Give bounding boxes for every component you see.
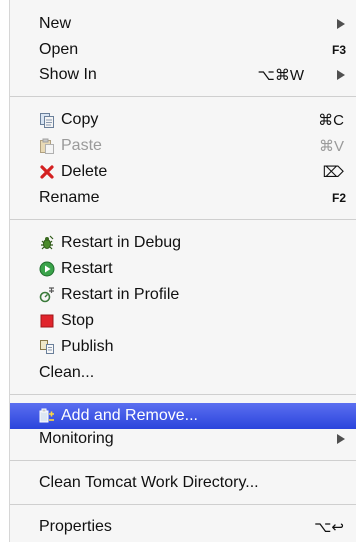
menu-item-monitoring[interactable]: Monitoring — [10, 426, 356, 452]
menu-separator — [10, 96, 356, 97]
copy-icon — [39, 112, 55, 128]
menu-item-monitoring-label: Monitoring — [39, 430, 114, 447]
menu-item-clean-tomcat[interactable]: Clean Tomcat Work Directory... — [10, 470, 356, 496]
publish-icon — [39, 339, 55, 355]
menu-separator — [10, 394, 356, 395]
menu-item-properties[interactable]: Properties ⌥↩ — [10, 514, 356, 540]
green-play-icon — [39, 261, 55, 277]
menu-item-copy-label: Copy — [61, 111, 99, 128]
shortcut-open: F3 — [331, 43, 346, 57]
menu-item-new-label: New — [39, 15, 72, 32]
submenu-arrow-icon — [337, 70, 345, 80]
menu-item-stop-label: Stop — [61, 312, 94, 329]
menu-item-new[interactable]: New — [10, 11, 356, 37]
menu-item-add-remove-label: Add and Remove... — [61, 407, 198, 424]
menu-item-paste[interactable]: Paste ⌘V — [10, 133, 356, 159]
delete-x-icon — [39, 164, 55, 180]
profile-icon — [39, 287, 55, 303]
menu-item-publish[interactable]: Publish — [10, 334, 356, 360]
menu-item-open[interactable]: Open F3 — [10, 37, 356, 63]
menu-item-show-in[interactable]: Show In ⌥⌘W — [10, 62, 356, 88]
shortcut-show-in: ⌥⌘W — [257, 67, 304, 84]
menu-item-restart-profile[interactable]: Restart in Profile — [10, 282, 356, 308]
menu-item-stop[interactable]: Stop — [10, 308, 356, 334]
shortcut-paste: ⌘V — [318, 138, 344, 155]
menu-item-open-label: Open — [39, 41, 79, 58]
menu-item-clean-tomcat-label: Clean Tomcat Work Directory... — [39, 474, 259, 491]
menu-item-clean[interactable]: Clean... — [10, 360, 356, 386]
add-remove-icon — [39, 408, 55, 424]
submenu-arrow-icon — [337, 19, 345, 29]
paste-icon — [39, 138, 55, 154]
menu-item-restart-label: Restart — [61, 260, 113, 277]
shortcut-properties: ⌥↩ — [314, 519, 344, 536]
submenu-arrow-icon — [337, 434, 345, 444]
menu-item-restart-debug[interactable]: Restart in Debug — [10, 230, 356, 256]
menu-item-properties-label: Properties — [39, 518, 112, 535]
menu-item-clean-label: Clean... — [39, 364, 95, 381]
menu-item-restart-profile-label: Restart in Profile — [61, 286, 180, 303]
menu-item-delete-label: Delete — [61, 163, 108, 180]
menu-separator — [10, 504, 356, 505]
menu-item-restart-debug-label: Restart in Debug — [61, 234, 182, 251]
context-menu: New Open F3 Show In ⌥⌘W Copy ⌘C Paste ⌘V… — [9, 0, 356, 542]
menu-item-publish-label: Publish — [61, 338, 114, 355]
menu-separator — [10, 460, 356, 461]
menu-separator — [10, 219, 356, 220]
menu-item-paste-label: Paste — [61, 137, 102, 154]
menu-item-rename[interactable]: Rename F2 — [10, 185, 356, 211]
menu-item-delete[interactable]: Delete ⌦ — [10, 159, 356, 185]
red-stop-icon — [39, 313, 55, 329]
shortcut-delete: ⌦ — [322, 164, 344, 181]
menu-item-copy[interactable]: Copy ⌘C — [10, 107, 356, 133]
bug-icon — [39, 235, 55, 251]
shortcut-rename: F2 — [331, 191, 346, 205]
menu-item-rename-label: Rename — [39, 189, 100, 206]
menu-item-show-in-label: Show In — [39, 66, 97, 83]
menu-item-restart[interactable]: Restart — [10, 256, 356, 282]
shortcut-copy: ⌘C — [318, 112, 344, 129]
